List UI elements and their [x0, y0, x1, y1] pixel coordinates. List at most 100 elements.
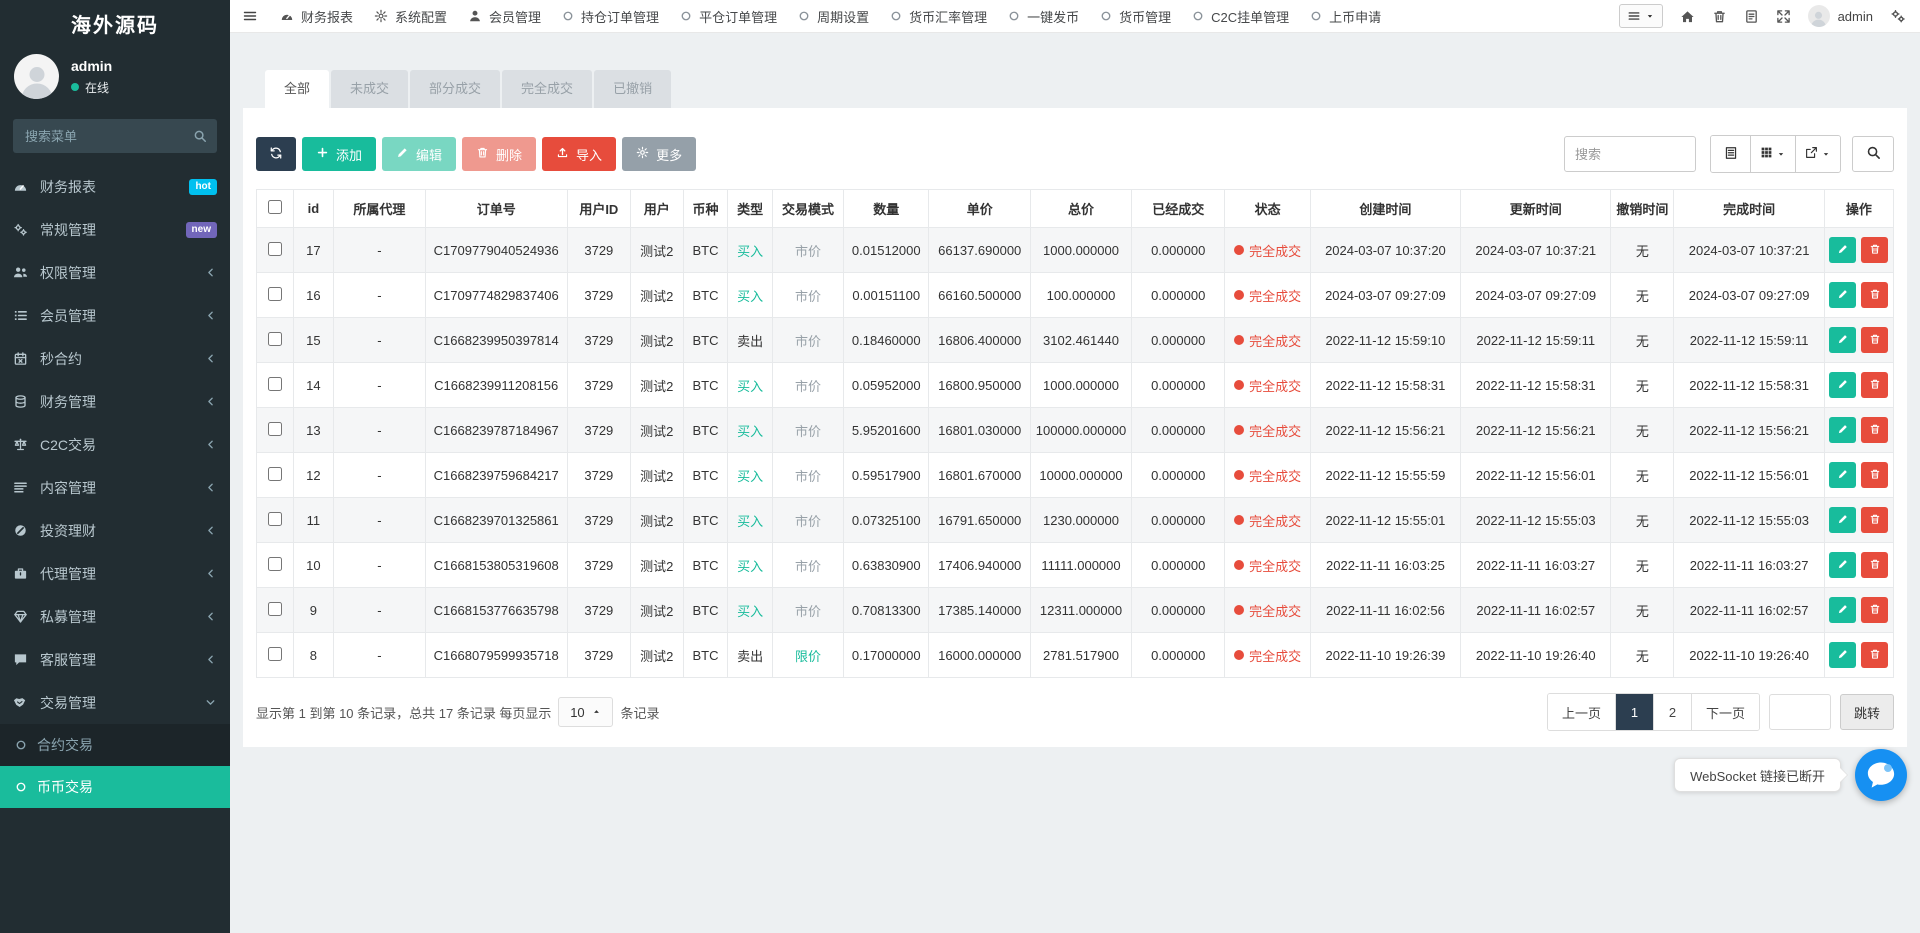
topnav-item-position-order-manage[interactable]: 持仓订单管理 [562, 7, 659, 26]
detail-view-button[interactable] [1711, 136, 1751, 172]
row-checkbox[interactable] [268, 332, 282, 346]
row-delete-button[interactable] [1861, 507, 1888, 533]
topnav-item-finance-report[interactable]: 财务报表 [280, 7, 353, 26]
row-delete-button[interactable] [1861, 327, 1888, 353]
sidebar-item-c2c-trade[interactable]: C2C交易 [0, 423, 230, 466]
gear-icon [636, 146, 649, 162]
row-checkbox[interactable] [268, 512, 282, 526]
row-edit-button[interactable] [1829, 507, 1856, 533]
tab-filled[interactable]: 完全成交 [502, 70, 592, 108]
add-button[interactable]: 添加 [302, 137, 376, 171]
sidebar-item-agent-manage[interactable]: 代理管理 [0, 552, 230, 595]
row-checkbox[interactable] [268, 557, 282, 571]
row-checkbox[interactable] [268, 287, 282, 301]
row-checkbox[interactable] [268, 602, 282, 616]
cell-coin: BTC [683, 588, 728, 633]
row-edit-button[interactable] [1829, 372, 1856, 398]
row-edit-button[interactable] [1829, 552, 1856, 578]
table-search-input[interactable] [1564, 136, 1696, 172]
import-button[interactable]: 导入 [542, 137, 616, 171]
row-edit-button[interactable] [1829, 327, 1856, 353]
sidebar-item-permission-manage[interactable]: 权限管理 [0, 251, 230, 294]
topnav-item-system-config[interactable]: 系统配置 [374, 7, 447, 26]
topnav-item-period-setting[interactable]: 周期设置 [798, 7, 869, 26]
sidebar-subitem-coin-trade[interactable]: 币币交易 [0, 766, 230, 808]
sidebar-toggle-icon[interactable] [242, 8, 258, 24]
row-delete-button[interactable] [1861, 597, 1888, 623]
row-checkbox[interactable] [268, 467, 282, 481]
tab-unfilled[interactable]: 未成交 [331, 70, 408, 108]
row-delete-button[interactable] [1861, 417, 1888, 443]
fullscreen-icon[interactable] [1776, 9, 1791, 24]
column-header: 订单号 [425, 190, 567, 228]
settings-gears-icon[interactable] [1890, 8, 1906, 24]
log-icon[interactable] [1744, 9, 1759, 24]
status-dot-icon [1234, 515, 1244, 525]
jump-button[interactable]: 跳转 [1840, 694, 1894, 730]
row-delete-button[interactable] [1861, 462, 1888, 488]
row-delete-button[interactable] [1861, 237, 1888, 263]
sidebar-item-member-manage[interactable]: 会员管理 [0, 294, 230, 337]
cell-user_id: 3729 [567, 633, 630, 678]
sidebar-item-content-manage[interactable]: 内容管理 [0, 466, 230, 509]
row-checkbox[interactable] [268, 422, 282, 436]
edit-button[interactable]: 编辑 [382, 137, 456, 171]
jump-page-input[interactable] [1769, 694, 1831, 730]
tab-cancelled[interactable]: 已撤销 [594, 70, 671, 108]
row-delete-button[interactable] [1861, 282, 1888, 308]
row-edit-button[interactable] [1829, 282, 1856, 308]
select-all-checkbox[interactable] [268, 200, 282, 214]
refresh-button[interactable] [256, 137, 296, 171]
export-button[interactable] [1796, 136, 1840, 172]
row-delete-button[interactable] [1861, 372, 1888, 398]
cell-updated: 2024-03-07 09:27:09 [1461, 273, 1611, 318]
search-button[interactable] [1852, 136, 1894, 172]
row-checkbox[interactable] [268, 377, 282, 391]
nav-menu-dropdown-button[interactable] [1619, 4, 1663, 28]
tab-all[interactable]: 全部 [265, 70, 329, 108]
row-edit-button[interactable] [1829, 237, 1856, 263]
page-button-1[interactable]: 1 [1616, 694, 1654, 730]
topnav-item-currency-manage[interactable]: 货币管理 [1100, 7, 1171, 26]
topnav-item-close-order-manage[interactable]: 平仓订单管理 [680, 7, 777, 26]
row-delete-button[interactable] [1861, 642, 1888, 668]
row-edit-button[interactable] [1829, 642, 1856, 668]
topnav-item-currency-rate-manage[interactable]: 货币汇率管理 [890, 7, 987, 26]
trash-icon[interactable] [1712, 9, 1727, 24]
row-edit-button[interactable] [1829, 462, 1856, 488]
row-checkbox[interactable] [268, 242, 282, 256]
sidebar-item-private-fund-manage[interactable]: 私募管理 [0, 595, 230, 638]
sidebar-item-general-manage[interactable]: 常规管理new [0, 208, 230, 251]
sidebar-subitem-contract-trade[interactable]: 合约交易 [0, 724, 230, 766]
sidebar-item-customer-service-manage[interactable]: 客服管理 [0, 638, 230, 681]
row-delete-button[interactable] [1861, 552, 1888, 578]
tab-partial[interactable]: 部分成交 [410, 70, 500, 108]
topnav-item-member-manage[interactable]: 会员管理 [468, 7, 541, 26]
more-button[interactable]: 更多 [622, 137, 696, 171]
sidebar-search-input[interactable] [13, 119, 217, 153]
sidebar-item-trade-manage[interactable]: 交易管理 [0, 681, 230, 724]
row-edit-button[interactable] [1829, 417, 1856, 443]
topnav-item-one-key-issue-coin[interactable]: 一键发币 [1008, 7, 1079, 26]
cell-user_id: 3729 [567, 273, 630, 318]
cell-price: 16801.670000 [929, 453, 1031, 498]
cell-created: 2022-11-12 15:55:59 [1310, 453, 1460, 498]
status-badge: 完全成交 [1234, 556, 1301, 575]
nav-user[interactable]: admin [1808, 5, 1873, 27]
row-checkbox[interactable] [268, 647, 282, 661]
page-size-select[interactable]: 10 [558, 697, 613, 727]
sidebar-item-finance-report[interactable]: 财务报表hot [0, 165, 230, 208]
prev-page-button[interactable]: 上一页 [1548, 694, 1616, 730]
sidebar-item-second-contract[interactable]: 秒合约 [0, 337, 230, 380]
topnav-item-c2c-order-manage[interactable]: C2C挂单管理 [1192, 7, 1289, 26]
home-icon[interactable] [1680, 9, 1695, 24]
delete-button[interactable]: 删除 [462, 137, 536, 171]
row-edit-button[interactable] [1829, 597, 1856, 623]
chat-widget-button[interactable] [1855, 749, 1907, 801]
topnav-item-coin-listing-apply[interactable]: 上币申请 [1310, 7, 1381, 26]
page-button-2[interactable]: 2 [1654, 694, 1692, 730]
columns-button[interactable] [1751, 136, 1796, 172]
next-page-button[interactable]: 下一页 [1692, 694, 1759, 730]
sidebar-item-investment[interactable]: 投资理财 [0, 509, 230, 552]
sidebar-item-finance-manage[interactable]: 财务管理 [0, 380, 230, 423]
